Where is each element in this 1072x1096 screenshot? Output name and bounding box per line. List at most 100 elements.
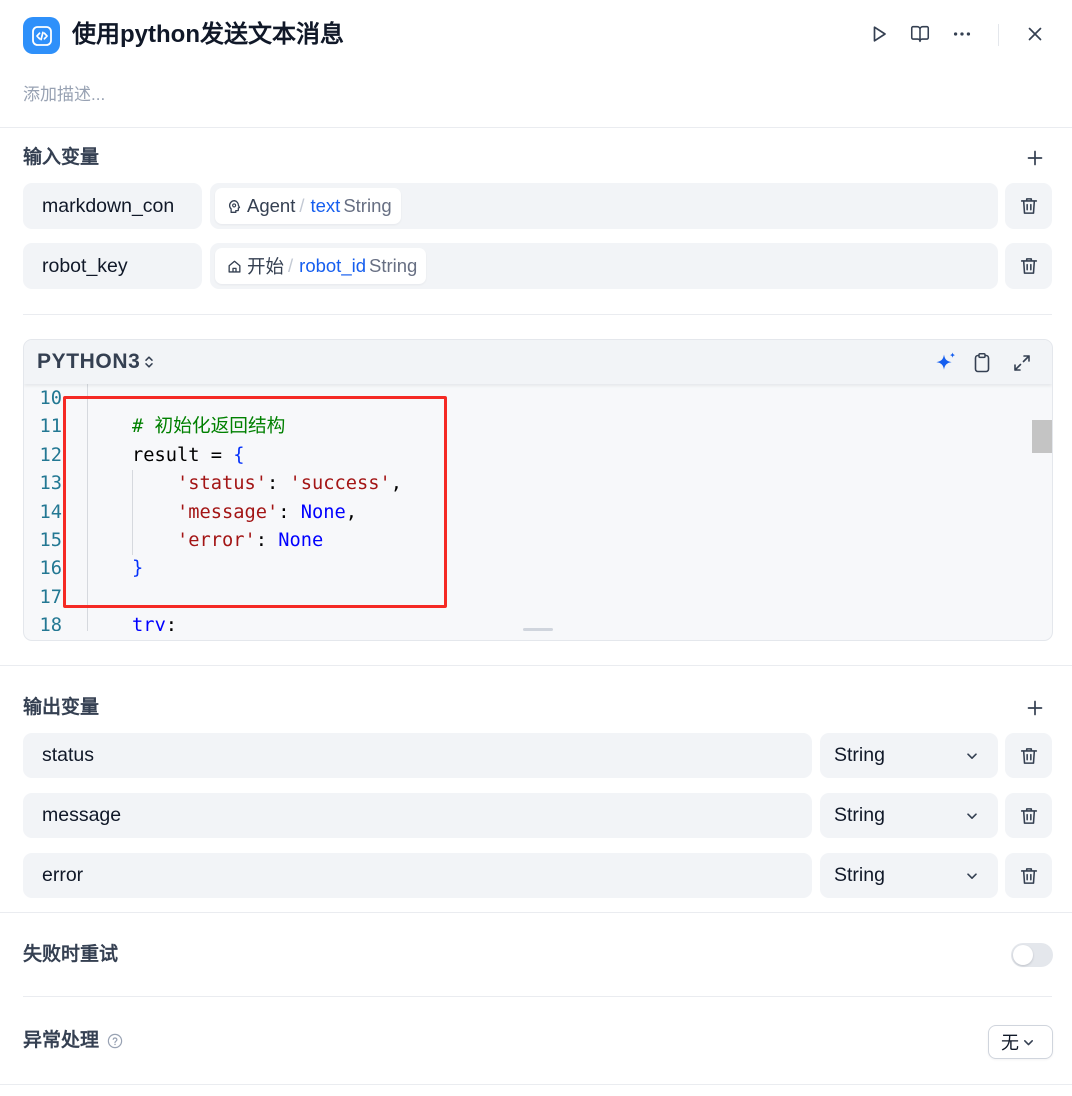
- description-input[interactable]: 添加描述...: [23, 84, 105, 106]
- code-line[interactable]: [87, 385, 402, 413]
- variable-reference-chip[interactable]: Agent / text String: [215, 188, 401, 224]
- error-handling-label: 异常处理: [23, 1030, 100, 1051]
- error-handling-value: 无: [1001, 1033, 1019, 1053]
- input-var-name-field[interactable]: markdown_con: [23, 183, 202, 229]
- code-line[interactable]: # 初始化返回结构: [87, 413, 402, 441]
- chevron-up-down-icon: [145, 356, 154, 368]
- output-var-type-select[interactable]: String: [820, 793, 998, 838]
- line-number: 10: [39, 388, 62, 409]
- code-token-string: 'success': [289, 473, 391, 495]
- code-lines[interactable]: # 初始化返回结构 result = { 'status': 'success'…: [87, 385, 402, 631]
- output-var-type-select[interactable]: String: [820, 733, 998, 778]
- sparkle-icon: [936, 352, 956, 370]
- run-node-button[interactable]: [867, 22, 891, 46]
- vertical-scrollbar[interactable]: [1032, 420, 1052, 453]
- code-token-text: result =: [87, 444, 234, 466]
- copy-code-button[interactable]: [970, 351, 994, 375]
- code-token-comment: # 初始化返回结构: [87, 416, 286, 438]
- output-var-name-field[interactable]: error: [23, 853, 812, 898]
- code-token-constant: None: [278, 529, 324, 551]
- retry-label: 失败时重试: [23, 944, 119, 965]
- divider: [0, 665, 1072, 666]
- variable-type: String: [343, 195, 392, 216]
- line-number: 11: [39, 416, 62, 438]
- line-number: 12: [39, 444, 62, 466]
- code-line[interactable]: result = {: [87, 442, 402, 470]
- retry-toggle[interactable]: [1011, 943, 1053, 967]
- divider: [0, 912, 1072, 913]
- variable-type: String: [369, 255, 418, 276]
- code-line[interactable]: 'message': None,: [87, 499, 402, 527]
- trash-icon: [1020, 198, 1037, 214]
- code-token-constant: None: [300, 501, 346, 523]
- chevron-down-icon: [965, 749, 979, 763]
- code-token-string: 'message': [87, 501, 279, 523]
- editor-resize-handle[interactable]: [523, 628, 553, 631]
- expand-editor-button[interactable]: [1010, 351, 1034, 375]
- language-label: PYTHON3: [37, 350, 141, 373]
- line-number: 15: [39, 529, 62, 551]
- type-select-value: String: [834, 744, 885, 766]
- variable-name: robot_id: [299, 255, 367, 276]
- code-line[interactable]: }: [87, 555, 402, 583]
- line-number: 13: [39, 473, 62, 495]
- input-var-name-field[interactable]: robot_key: [23, 243, 202, 289]
- code-line[interactable]: [87, 584, 402, 612]
- code-icon: [31, 25, 52, 46]
- divider: [0, 127, 1072, 128]
- output-var-name-field[interactable]: message: [23, 793, 812, 838]
- code-area[interactable]: 10 11 12 13 14 15 16 17 18 # 初始化返回结构 result = { …: [24, 384, 1052, 631]
- code-token-string: 'error': [87, 529, 256, 551]
- add-output-var-button[interactable]: [1024, 697, 1046, 719]
- language-selector[interactable]: PYTHON3: [37, 340, 155, 384]
- code-token-text: :: [267, 473, 290, 495]
- question-circle-icon[interactable]: [107, 1033, 123, 1049]
- chevron-down-icon: [965, 869, 979, 883]
- line-number: 14: [39, 501, 62, 523]
- more-options-button[interactable]: [950, 22, 974, 46]
- help-docs-button[interactable]: [908, 22, 932, 46]
- code-node-icon: [23, 17, 60, 54]
- remove-input-var-button[interactable]: [1005, 243, 1052, 289]
- input-var-value-picker[interactable]: Agent / text String: [210, 183, 998, 229]
- remove-output-var-button[interactable]: [1005, 733, 1052, 778]
- close-panel-button[interactable]: [1023, 22, 1047, 46]
- code-line[interactable]: 'status': 'success',: [87, 470, 402, 498]
- close-icon: [1028, 27, 1042, 41]
- variable-reference-chip[interactable]: 开始 / robot_id String: [215, 248, 427, 284]
- path-separator: /: [299, 195, 305, 216]
- chevron-down-icon: [1022, 1036, 1035, 1049]
- editor-header: PYTHON3: [24, 340, 1052, 384]
- remove-output-var-button[interactable]: [1005, 793, 1052, 838]
- clipboard-icon: [974, 353, 990, 373]
- ai-generate-code-button[interactable]: [934, 351, 958, 375]
- divider: [23, 314, 1052, 315]
- type-select-value: String: [834, 804, 885, 826]
- remove-input-var-button[interactable]: [1005, 183, 1052, 229]
- line-number: 16: [39, 558, 62, 580]
- home-icon: [227, 259, 242, 274]
- node-title[interactable]: 使用python发送文本消息: [72, 19, 344, 51]
- remove-output-var-button[interactable]: [1005, 853, 1052, 898]
- output-var-type-select[interactable]: String: [820, 853, 998, 898]
- toggle-knob: [1013, 945, 1033, 965]
- output-var-name-field[interactable]: status: [23, 733, 812, 778]
- source-node-name: Agent: [247, 195, 296, 216]
- code-line[interactable]: try:: [87, 612, 402, 631]
- code-line[interactable]: 'error': None: [87, 527, 402, 555]
- chevron-down-icon: [965, 809, 979, 823]
- code-token-string: 'status': [87, 473, 268, 495]
- code-editor: PYTHON3 10 11 12 13 14 15 16 17 18 # 初始化…: [23, 339, 1053, 641]
- code-token-text: ,: [345, 501, 358, 523]
- line-number: 18: [39, 615, 62, 631]
- error-handling-select[interactable]: 无: [988, 1025, 1053, 1059]
- variable-name: text: [310, 195, 341, 216]
- trash-icon: [1020, 747, 1037, 764]
- input-var-value-picker[interactable]: 开始 / robot_id String: [210, 243, 998, 289]
- more-icon: [953, 32, 971, 36]
- plus-icon: [1027, 700, 1043, 716]
- book-open-icon: [910, 25, 930, 43]
- add-input-var-button[interactable]: [1024, 147, 1046, 169]
- code-token-text: :: [255, 529, 279, 551]
- agent-icon: [227, 199, 242, 214]
